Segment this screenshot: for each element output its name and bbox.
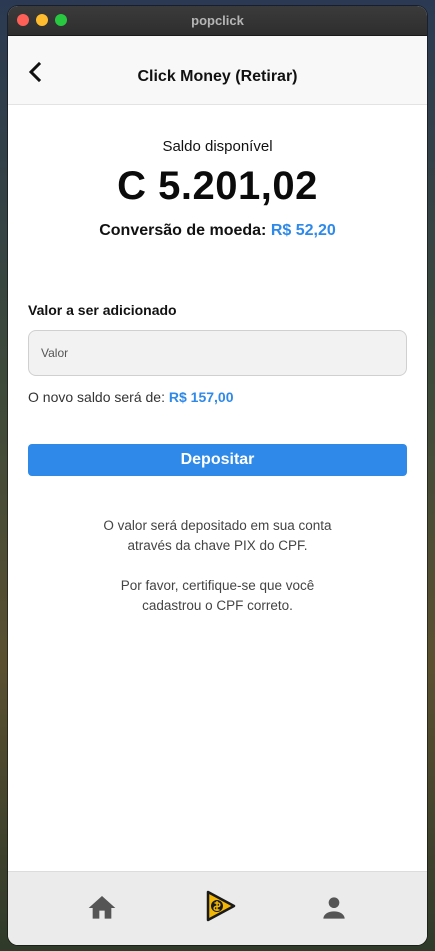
home-icon	[88, 896, 116, 919]
balance-value: C 5.201,02	[117, 164, 318, 208]
amount-input[interactable]	[29, 331, 406, 375]
pix-info-text: O valor será depositado em sua conta atr…	[48, 516, 387, 556]
amount-field-container	[28, 330, 407, 376]
info-line: cadastrou o CPF correto.	[142, 598, 293, 613]
conversion-value: R$ 52,20	[270, 222, 336, 239]
nav-profile-button[interactable]	[318, 892, 350, 924]
popclick-logo-icon	[206, 890, 236, 922]
nav-home-button[interactable]	[86, 892, 118, 924]
amount-field-label: Valor a ser adicionado	[28, 302, 177, 318]
profile-icon	[323, 897, 345, 919]
conversion-label: Conversão de moeda:	[99, 222, 267, 239]
new-balance-text: O novo saldo será de: R$ 157,00	[28, 389, 233, 405]
app-window: popclick Click Money (Retirar) Saldo dis…	[8, 6, 427, 945]
app-header: Click Money (Retirar)	[8, 36, 427, 105]
new-balance-value: R$ 157,00	[168, 389, 234, 405]
page-title: Click Money (Retirar)	[137, 68, 298, 85]
new-balance-label: O novo saldo será de:	[28, 389, 165, 405]
info-line: O valor será depositado em sua conta	[103, 518, 332, 533]
currency-conversion: Conversão de moeda: R$ 52,20	[8, 222, 427, 240]
info-line: através da chave PIX do CPF.	[127, 538, 308, 553]
deposit-button[interactable]: Depositar	[28, 444, 407, 476]
balance-label: Saldo disponível	[162, 138, 273, 155]
cpf-warning-text: Por favor, certifique-se que você cadast…	[48, 576, 387, 616]
window-title: popclick	[191, 13, 244, 28]
window-titlebar: popclick	[8, 6, 427, 36]
info-line: Por favor, certifique-se que você	[120, 578, 315, 593]
nav-popclick-button[interactable]	[202, 888, 238, 924]
bottom-navigation	[8, 871, 427, 945]
